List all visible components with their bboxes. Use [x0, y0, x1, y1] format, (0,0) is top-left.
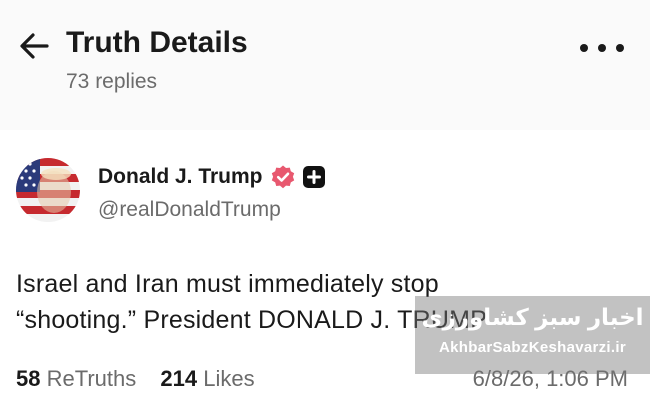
watermark: اخبار سبز کشاورزی AkhbarSabzKeshavarzi.i… [415, 296, 650, 374]
retruths-count: 58 [16, 366, 41, 391]
more-horizontal-icon-dot [616, 44, 624, 52]
likes-count: 214 [160, 366, 198, 391]
post-stats: 58 ReTruths 214 Likes [16, 366, 273, 392]
retruths-label: ReTruths [46, 366, 137, 391]
author-name[interactable]: Donald J. Trump [98, 165, 263, 189]
more-horizontal-icon-dot [598, 44, 606, 52]
avatar-image [16, 158, 80, 222]
verified-badge-icon [271, 165, 295, 189]
truth-plus-badge [303, 166, 325, 188]
more-options-button[interactable] [580, 36, 624, 60]
likes-label: Likes [203, 366, 255, 391]
top-bar: Truth Details 73 replies [0, 0, 650, 130]
arrow-left-icon [20, 33, 49, 59]
author-handle[interactable]: @realDonaldTrump [98, 198, 281, 222]
likes-stat[interactable]: 214 Likes [160, 366, 254, 391]
watermark-site: AkhbarSabzKeshavarzi.ir [439, 339, 626, 356]
page-title: Truth Details [66, 26, 248, 59]
plus-icon [307, 170, 321, 184]
watermark-persian-text: اخبار سبز کشاورزی [421, 304, 644, 330]
back-button[interactable] [14, 28, 54, 64]
reply-count: 73 replies [66, 70, 158, 93]
retruths-stat[interactable]: 58 ReTruths [16, 366, 136, 391]
avatar[interactable] [16, 158, 80, 222]
more-horizontal-icon [580, 44, 588, 52]
